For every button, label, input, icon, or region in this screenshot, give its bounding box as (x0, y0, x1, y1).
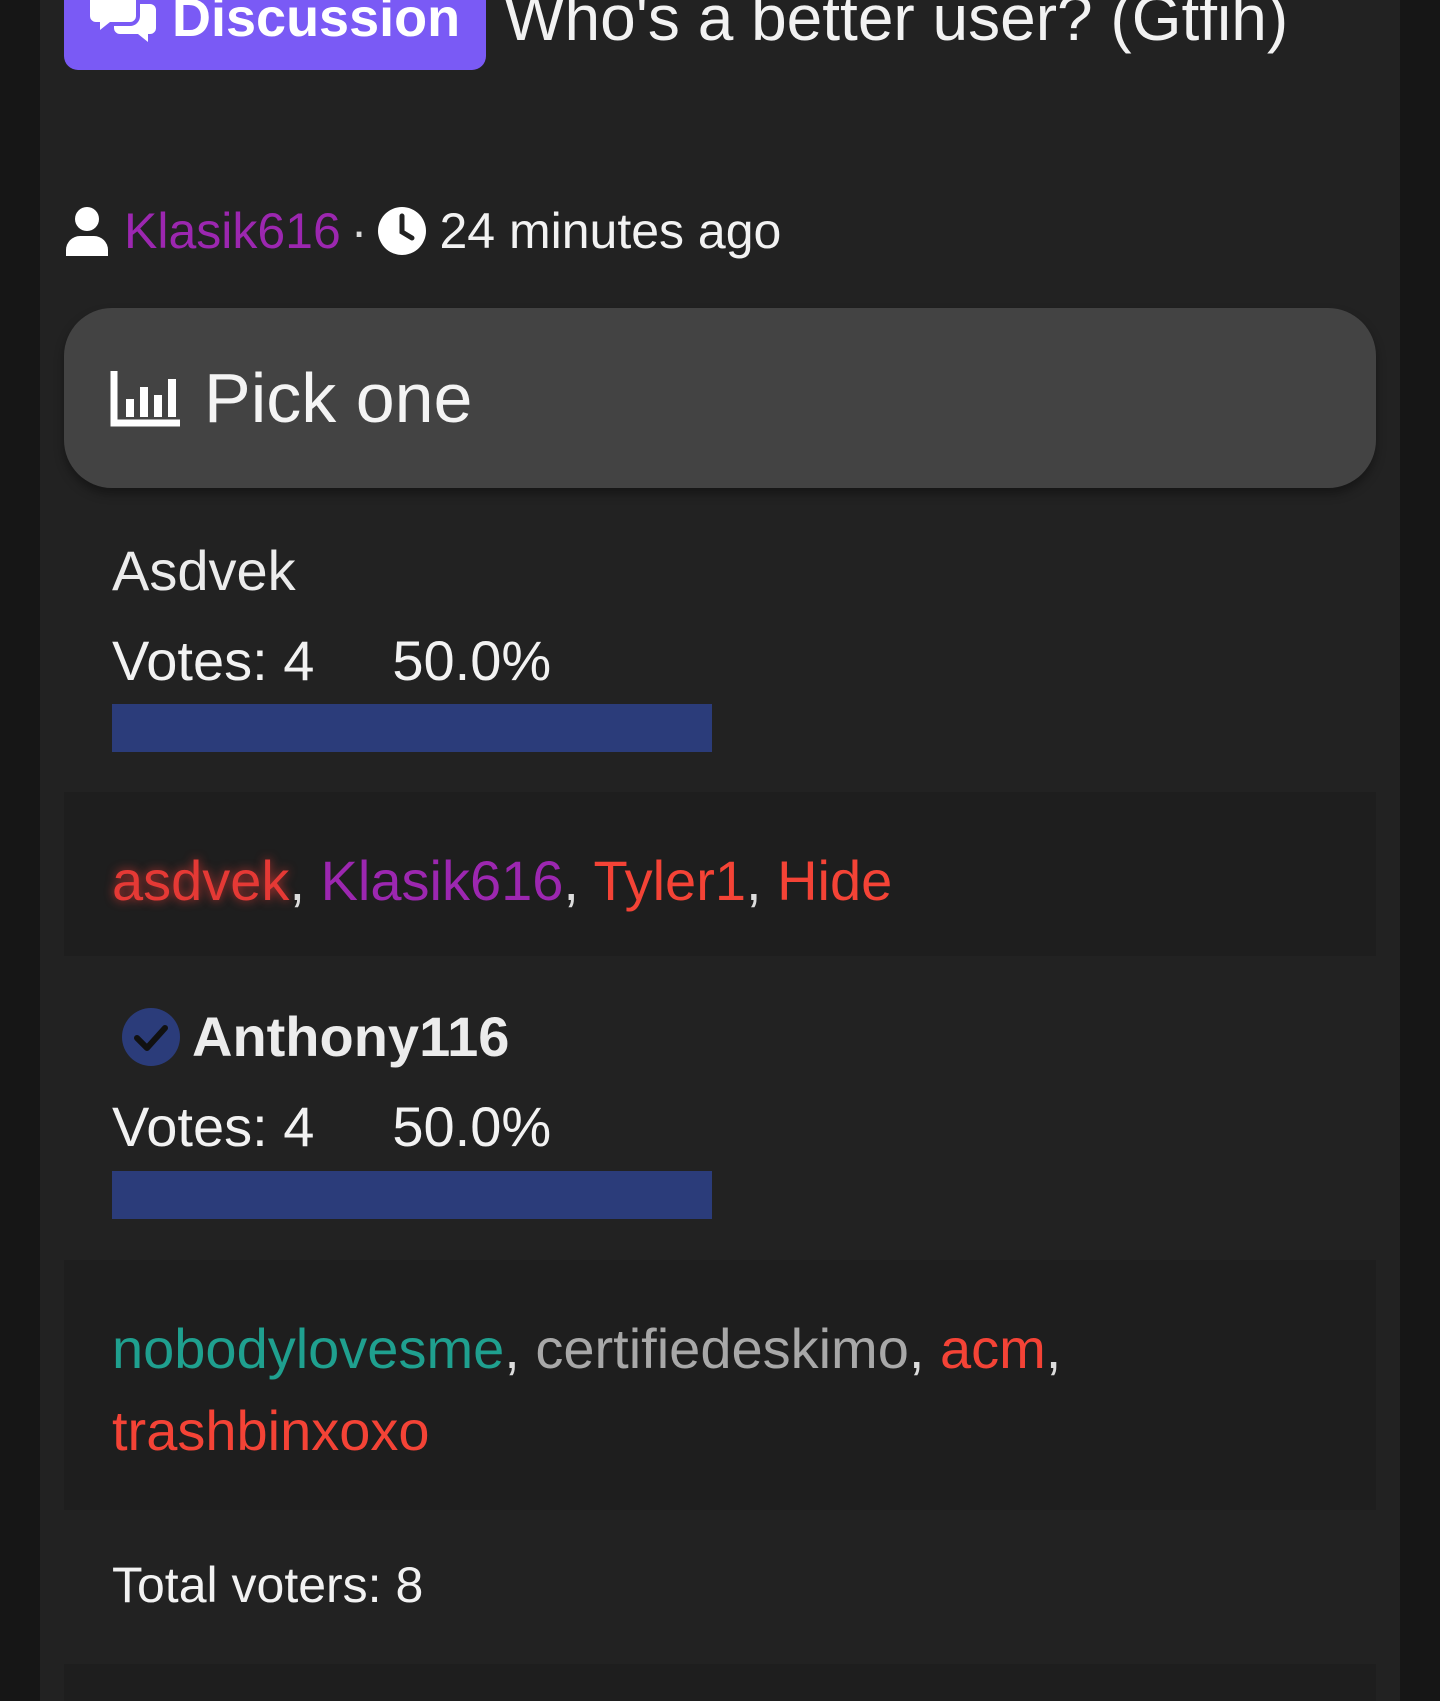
poll-option-name: Anthony116 (192, 1005, 510, 1068)
voter-separator: , (908, 1317, 940, 1380)
vote-percent: 50.0% (392, 629, 552, 692)
bar-chart-icon (110, 371, 180, 427)
voter-name[interactable]: trashbinxoxo (112, 1399, 430, 1462)
poll-option-stats: Votes: 4 50.0% (112, 628, 551, 693)
voter-separator: , (1045, 1317, 1062, 1380)
voter-name[interactable]: Hide (777, 849, 892, 912)
post-time: 24 minutes ago (439, 203, 782, 259)
post-title-block: Discussion Who's a better user? (Gtfih) (64, 0, 1324, 74)
clock-icon (378, 207, 427, 255)
total-voters: Total voters: 8 (112, 1557, 424, 1613)
vote-count: Votes: 4 (112, 1095, 315, 1158)
author-link[interactable]: Klasik616 (124, 202, 341, 260)
voter-name[interactable]: certifiedeskimo (535, 1317, 908, 1380)
vote-percent: 50.0% (392, 1095, 552, 1158)
voter-name[interactable]: acm (940, 1317, 1046, 1380)
user-icon (66, 207, 108, 256)
discussion-badge[interactable]: Discussion (64, 0, 487, 70)
poll-option-stats: Votes: 4 50.0% (112, 1094, 551, 1159)
post-title: Who's a better user? (Gtfih) (504, 0, 1289, 54)
next-section-strip (64, 1664, 1376, 1701)
meta-separator: · (350, 203, 368, 259)
poll-option-winner[interactable]: Anthony116 (112, 1004, 509, 1069)
post-meta: Klasik616 · 24 minutes ago (64, 200, 781, 262)
check-circle-icon (122, 1007, 180, 1066)
voter-separator: , (745, 849, 778, 912)
voter-separator: , (289, 849, 321, 912)
voter-name[interactable]: asdvek (112, 849, 289, 912)
comments-icon (90, 0, 156, 42)
vote-bar-fill (112, 1171, 712, 1219)
poll-header: Pick one (64, 308, 1376, 488)
voter-name[interactable]: Tyler1 (593, 849, 746, 912)
vote-count: Votes: 4 (112, 629, 315, 692)
vote-bar (112, 704, 1312, 752)
poll-question: Pick one (204, 359, 473, 437)
voter-separator: , (563, 849, 594, 912)
vote-bar-fill (112, 704, 712, 752)
voter-name[interactable]: Klasik616 (321, 849, 564, 912)
voter-list: asdvek, Klasik616, Tyler1, Hide (64, 792, 1376, 956)
voter-name[interactable]: nobodylovesme (112, 1317, 504, 1380)
poll-option-name[interactable]: Asdvek (112, 538, 296, 603)
voter-list: nobodylovesme, certifiedeskimo, acm, tra… (64, 1260, 1376, 1510)
voter-separator: , (504, 1317, 536, 1380)
vote-bar (112, 1171, 1312, 1219)
badge-label: Discussion (172, 0, 461, 48)
